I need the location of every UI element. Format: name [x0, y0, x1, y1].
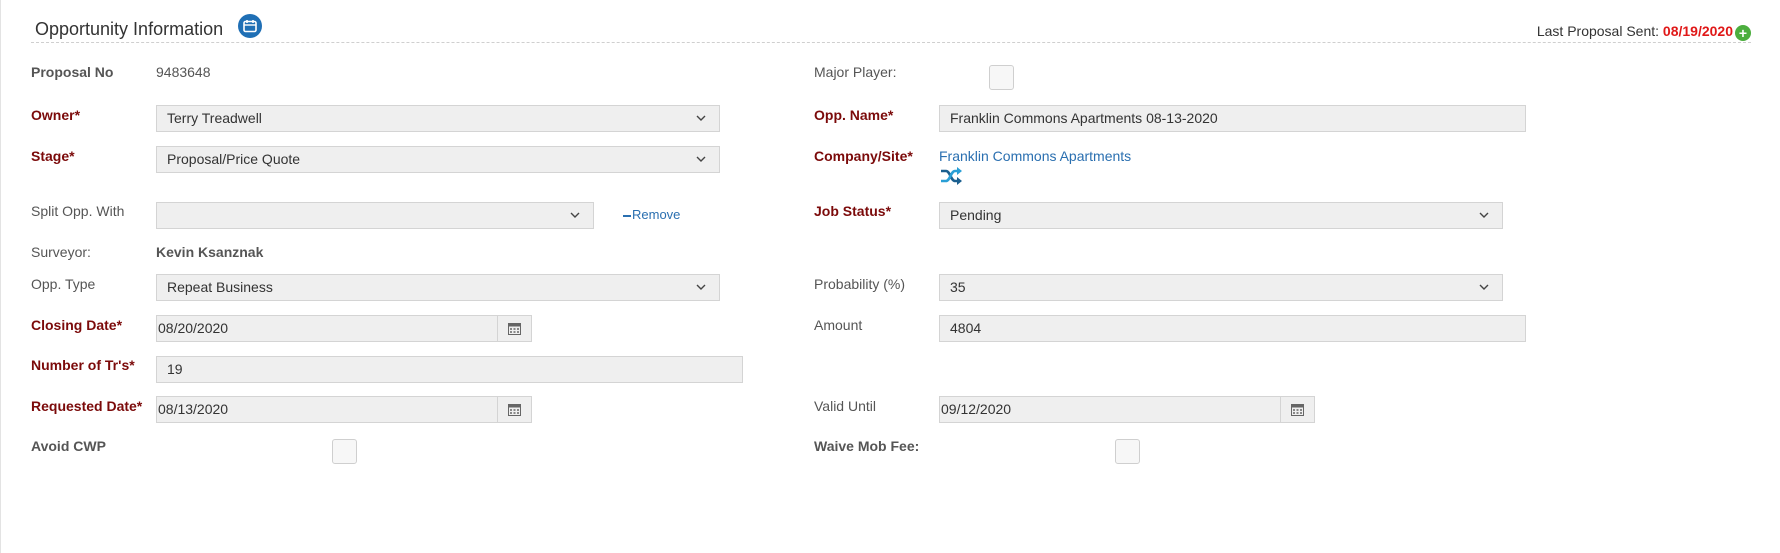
avoid-cwp-checkbox[interactable]	[332, 439, 357, 464]
opp-type-label: Opp. Type	[31, 276, 96, 292]
number-of-trs-input[interactable]: 19	[156, 356, 743, 383]
valid-until-input[interactable]: 09/12/2020	[939, 396, 1281, 423]
section-title: Opportunity Information	[35, 19, 224, 39]
surveyor-label: Surveyor:	[31, 244, 91, 260]
waive-mob-fee-label: Waive Mob Fee:	[814, 438, 920, 454]
stage-select-value: Proposal/Price Quote	[167, 151, 301, 167]
probability-label: Probability (%)	[814, 276, 906, 292]
probability-select[interactable]: 35	[939, 274, 1503, 301]
calendar-icon	[508, 404, 521, 416]
opp-type-select-value: Repeat Business	[167, 279, 273, 295]
chevron-down-icon	[1479, 212, 1489, 218]
owner-label: Owner*	[31, 107, 81, 123]
job-status-select-value: Pending	[950, 207, 1002, 223]
requested-date-calendar-button[interactable]	[497, 396, 532, 423]
probability-select-value: 35	[950, 279, 966, 295]
calendar-icon	[508, 323, 521, 335]
surveyor-value: Kevin Ksanznak	[156, 244, 264, 260]
proposal-no-value: 9483648	[156, 64, 211, 80]
chevron-down-icon	[696, 115, 706, 121]
split-opp-label: Split Opp. With	[31, 203, 125, 219]
closing-date-calendar-button[interactable]	[497, 315, 532, 342]
chevron-down-icon	[696, 156, 706, 162]
calendar-icon[interactable]	[238, 14, 262, 38]
last-proposal-sent-label: Last Proposal Sent:	[1536, 23, 1660, 39]
last-proposal-sent-date: 08/19/2020	[1662, 23, 1733, 39]
shuffle-icon[interactable]	[939, 166, 963, 186]
amount-input[interactable]: 4804	[939, 315, 1526, 342]
calendar-icon	[1291, 404, 1304, 416]
avoid-cwp-label: Avoid CWP	[31, 438, 106, 454]
number-of-trs-label: Number of Tr's*	[31, 357, 135, 373]
remove-split-link[interactable]: Remove	[623, 207, 680, 222]
major-player-label: Major Player:	[814, 64, 897, 80]
opp-name-input[interactable]: Franklin Commons Apartments 08-13-2020	[939, 105, 1526, 132]
remove-split-label: Remove	[632, 207, 681, 222]
major-player-checkbox[interactable]	[989, 65, 1014, 90]
company-site-link[interactable]: Franklin Commons Apartments	[939, 148, 1131, 164]
opportunity-information-panel: Opportunity Information Last Proposal Se…	[0, 0, 1780, 553]
valid-until-label: Valid Until	[814, 398, 876, 414]
last-proposal-sent: Last Proposal Sent: 08/19/2020	[1537, 23, 1733, 39]
requested-date-label: Requested Date*	[31, 398, 143, 414]
opp-name-label: Opp. Name*	[814, 107, 894, 123]
closing-date-input[interactable]: 08/20/2020	[156, 315, 498, 342]
plus-circle-icon[interactable]: +	[1735, 25, 1751, 41]
requested-date-input[interactable]: 08/13/2020	[156, 396, 498, 423]
opp-type-select[interactable]: Repeat Business	[156, 274, 720, 301]
valid-until-calendar-button[interactable]	[1280, 396, 1315, 423]
amount-label: Amount	[814, 317, 863, 333]
chevron-down-icon	[570, 212, 580, 218]
owner-select-value: Terry Treadwell	[167, 110, 262, 126]
waive-mob-fee-checkbox[interactable]	[1115, 439, 1140, 464]
proposal-no-label: Proposal No	[31, 64, 114, 80]
stage-select[interactable]: Proposal/Price Quote	[156, 146, 720, 173]
split-opp-select[interactable]	[156, 202, 594, 229]
closing-date-label: Closing Date*	[31, 317, 123, 333]
owner-select[interactable]: Terry Treadwell	[156, 105, 720, 132]
job-status-select[interactable]: Pending	[939, 202, 1503, 229]
company-site-label: Company/Site*	[814, 148, 913, 164]
stage-label: Stage*	[31, 148, 75, 164]
chevron-down-icon	[696, 284, 706, 290]
section-header: Opportunity Information Last Proposal Se…	[31, 10, 1751, 43]
minus-icon	[623, 214, 631, 217]
job-status-label: Job Status*	[814, 203, 892, 219]
chevron-down-icon	[1479, 284, 1489, 290]
